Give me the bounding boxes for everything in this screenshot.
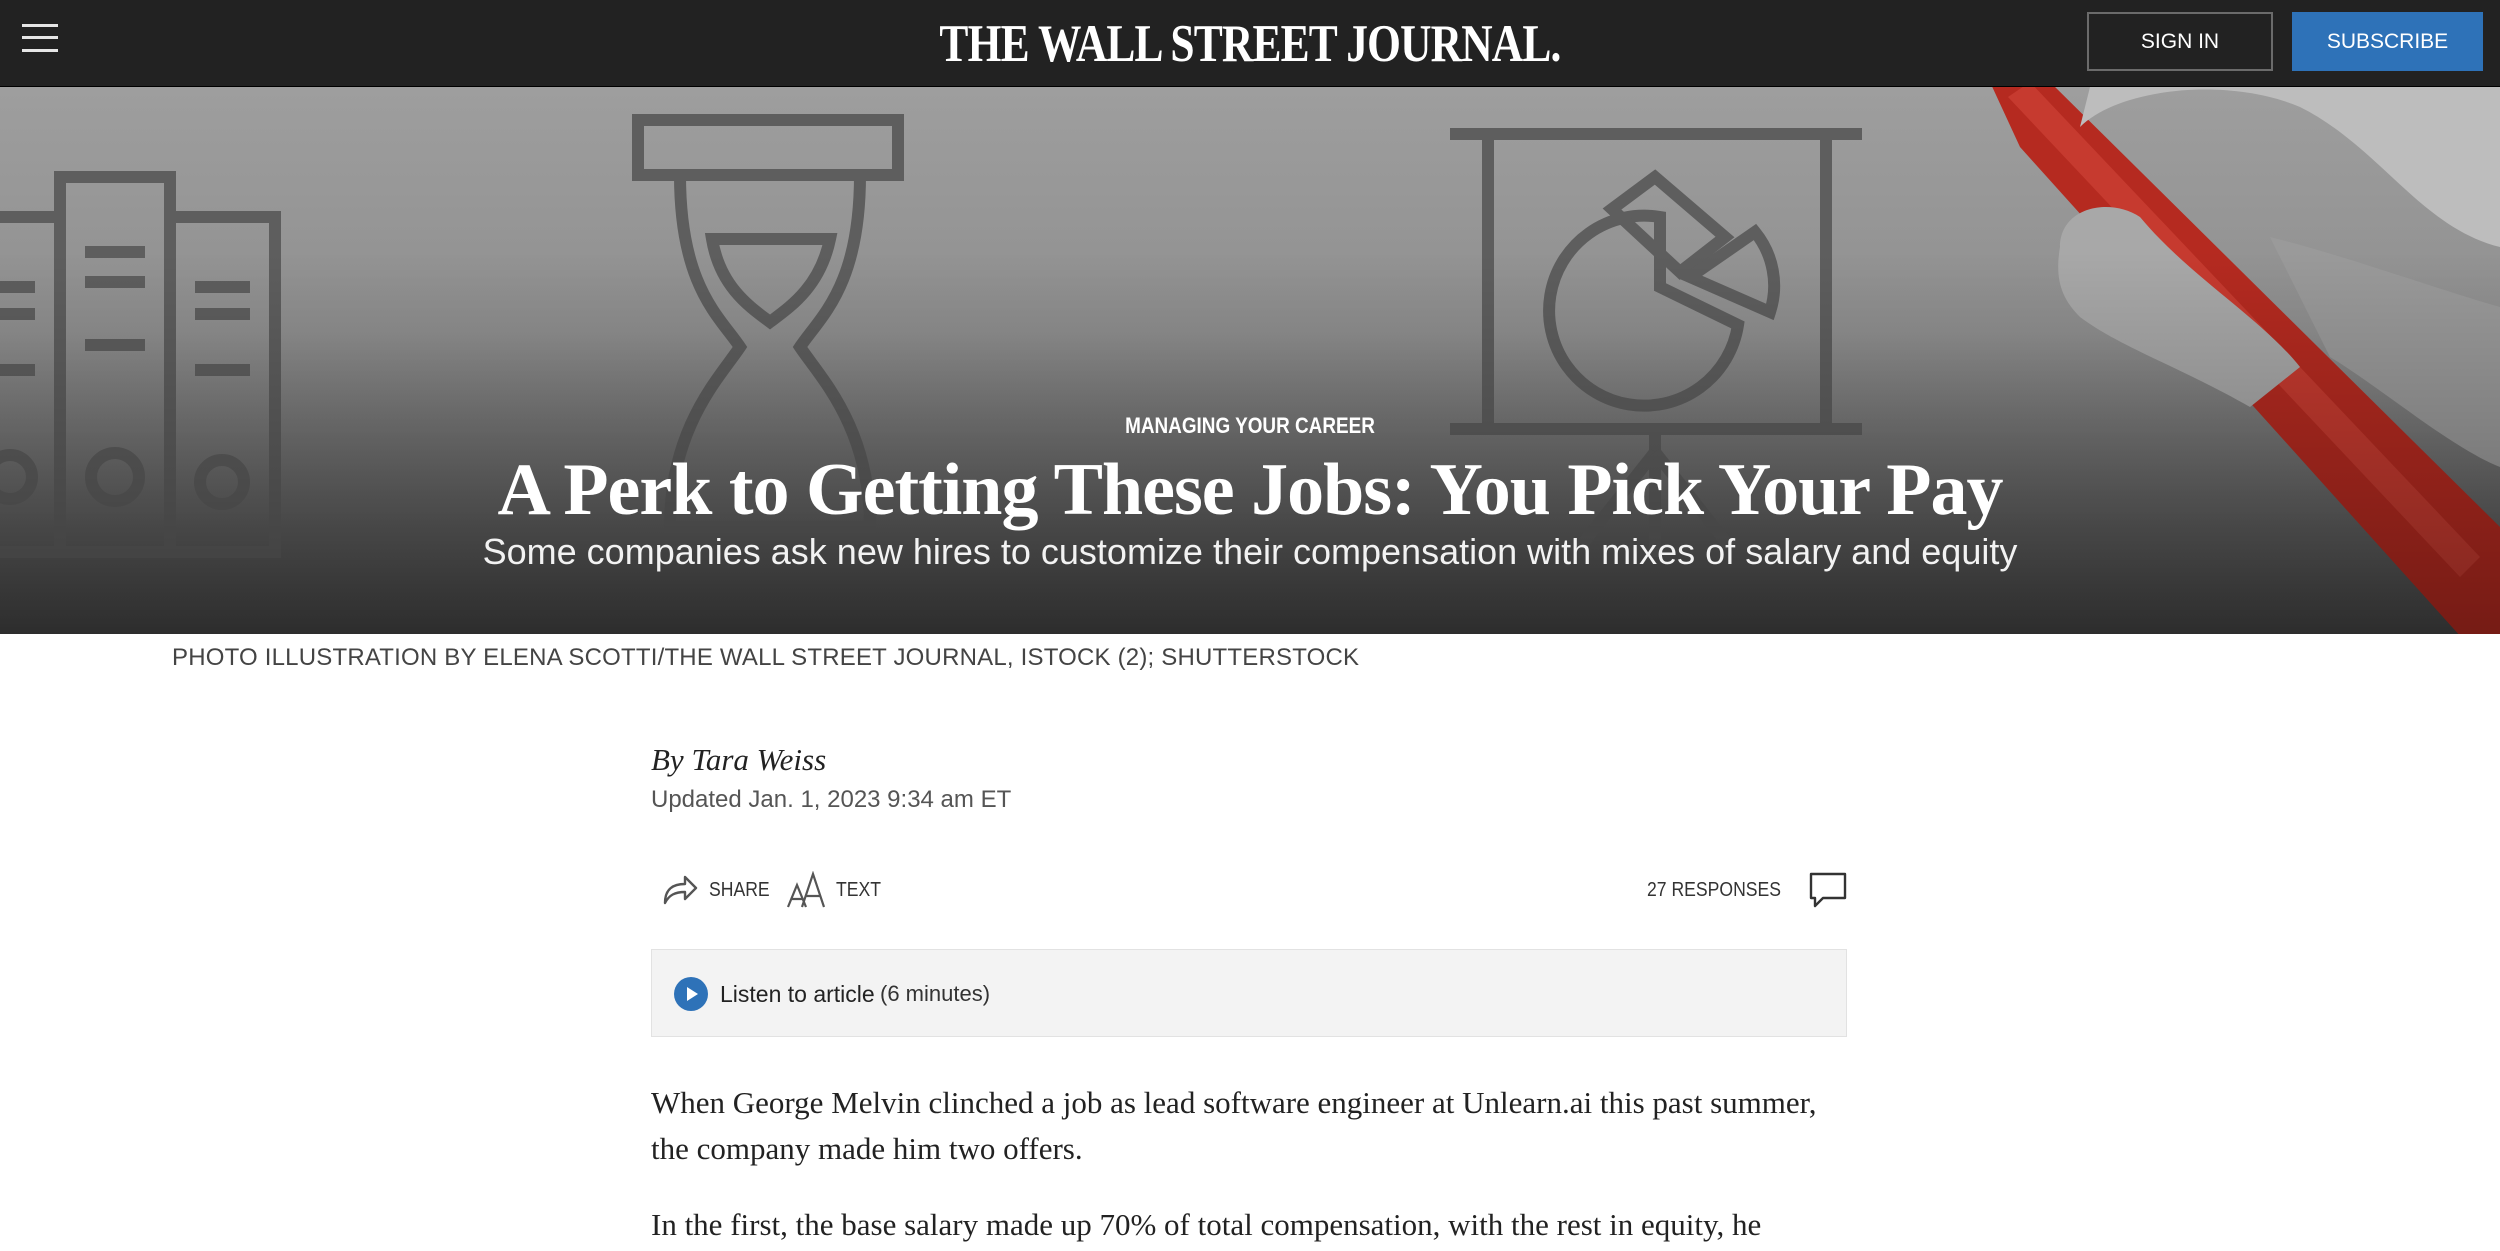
subscribe-button[interactable]: SUBSCRIBE — [2292, 12, 2483, 71]
audio-duration: (6 minutes) — [880, 981, 991, 1006]
top-navigation-bar: THE WALL STREET JOURNAL. SIGN IN SUBSCRI… — [0, 0, 2500, 87]
share-arrow-icon — [663, 875, 698, 905]
listen-to-article-button[interactable]: Listen to article — [720, 981, 875, 1008]
article-dek: Some companies ask new hires to customiz… — [482, 531, 2018, 572]
site-logo[interactable]: THE WALL STREET JOURNAL. — [225, 12, 2275, 76]
photo-credit: PHOTO ILLUSTRATION BY ELENA SCOTTI/THE W… — [172, 644, 1360, 671]
sign-in-button[interactable]: SIGN IN — [2087, 12, 2273, 71]
play-icon[interactable] — [674, 977, 708, 1011]
text-size-icon — [786, 871, 826, 908]
share-label: SHARE — [709, 878, 770, 901]
responses-count: 27 RESPONSES — [1646, 878, 1781, 901]
menu-hamburger-icon[interactable] — [22, 22, 58, 54]
paragraph: In the first, the base salary made up 70… — [651, 1207, 1762, 1242]
paragraph: When George Melvin clinched a job as lea… — [651, 1085, 1817, 1166]
responses-button[interactable]: 27 RESPONSES — [1647, 865, 1847, 915]
section-kicker[interactable]: MANAGING YOUR CAREER — [175, 413, 2325, 439]
article-headline: A Perk to Getting These Jobs: You Pick Y… — [497, 449, 2004, 531]
comment-bubble-icon — [1809, 872, 1847, 908]
share-button[interactable]: SHARE — [661, 865, 778, 915]
hero-image: MANAGING YOUR CAREER A Perk to Getting T… — [0, 87, 2500, 634]
byline[interactable]: By Tara Weiss — [651, 742, 826, 778]
article-body: When George Melvin clinched a job as lea… — [651, 1080, 1847, 1251]
article-tools: SHARE TEXT 27 RESPONSES — [651, 865, 1847, 915]
text-label: TEXT — [836, 878, 881, 901]
text-size-button[interactable]: TEXT — [786, 865, 887, 915]
timestamp: Updated Jan. 1, 2023 9:34 am ET — [651, 786, 1012, 813]
audio-player: Listen to article (6 minutes) — [651, 949, 1847, 1037]
